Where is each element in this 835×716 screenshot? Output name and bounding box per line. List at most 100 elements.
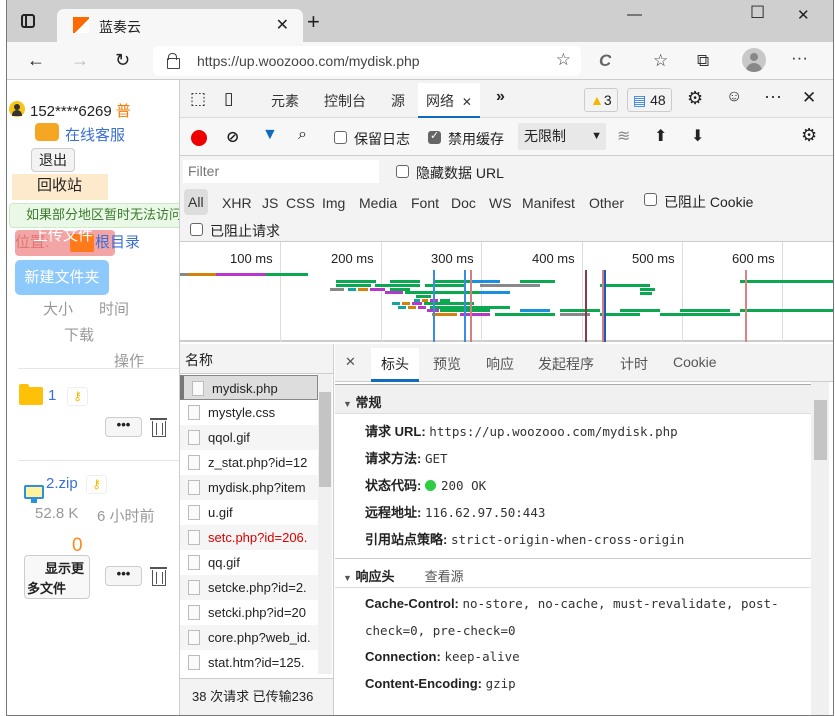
- type-filter-font[interactable]: Font: [411, 195, 439, 211]
- forward-icon[interactable]: →: [71, 50, 89, 71]
- close-tab-icon[interactable]: ✕: [462, 95, 472, 109]
- request-list-scrollbar[interactable]: [318, 374, 332, 674]
- file-name-link[interactable]: 2.zip: [46, 475, 78, 492]
- tab-close-icon[interactable]: ✕: [276, 15, 289, 35]
- tab-network[interactable]: 网络 ✕: [418, 83, 480, 118]
- tab-preview[interactable]: 预览: [433, 354, 461, 374]
- url-field[interactable]: https://up.woozooo.com/mydisk.php ☆: [153, 46, 581, 76]
- more-actions-button[interactable]: •••: [105, 417, 142, 437]
- minimize-button[interactable]: —: [627, 6, 642, 23]
- response-headers-section-header[interactable]: ▼ 响应头 查看源: [335, 558, 811, 588]
- profile-avatar[interactable]: [742, 48, 766, 72]
- filter-icon[interactable]: ▼: [262, 126, 278, 144]
- general-section-header[interactable]: ▼ 常规: [335, 384, 811, 414]
- blocked-cookies-checkbox[interactable]: [644, 193, 657, 206]
- request-row[interactable]: mydisk.php: [180, 375, 318, 400]
- scroll-thumb[interactable]: [319, 392, 331, 487]
- request-row[interactable]: stat.htm?id=125.: [180, 650, 318, 675]
- tab-headers[interactable]: 标头: [371, 348, 419, 382]
- back-icon[interactable]: ←: [27, 50, 45, 71]
- close-devtools-icon[interactable]: ✕: [802, 88, 816, 108]
- request-row[interactable]: qq.gif: [180, 550, 318, 575]
- type-filter-media[interactable]: Media: [359, 195, 397, 211]
- trash-icon[interactable]: [150, 567, 167, 586]
- recycle-bin-link[interactable]: 回收站: [12, 174, 108, 200]
- tab-actions-icon[interactable]: [21, 14, 35, 28]
- throttle-select[interactable]: 无限制 ▼: [518, 123, 606, 150]
- show-more-button[interactable]: 显示更 多文件: [24, 555, 90, 599]
- key-icon[interactable]: ⚷: [86, 475, 107, 494]
- tab-timing[interactable]: 计时: [620, 354, 648, 374]
- clear-icon[interactable]: ⊘: [226, 127, 239, 147]
- view-source-link[interactable]: 查看源: [425, 569, 464, 584]
- blocked-requests-checkbox[interactable]: [190, 223, 203, 236]
- device-toggle-icon[interactable]: ▯: [224, 89, 233, 109]
- tab-sources[interactable]: 源: [391, 91, 405, 111]
- file-name-link[interactable]: 1: [48, 387, 56, 404]
- type-filter-img[interactable]: Img: [322, 195, 345, 211]
- trash-icon[interactable]: [150, 418, 167, 437]
- network-overview-timeline[interactable]: 100 ms 200 ms 300 ms 400 ms 500 ms 600 m…: [180, 242, 833, 342]
- request-row[interactable]: u.gif: [180, 500, 318, 525]
- close-window-button[interactable]: ✕: [797, 6, 810, 24]
- upload-label[interactable]: 上传文件: [33, 224, 93, 245]
- request-row[interactable]: qqol.gif: [180, 425, 318, 450]
- export-har-icon[interactable]: ⬇: [691, 126, 704, 146]
- feedback-icon[interactable]: ☺: [726, 88, 742, 106]
- scroll-thumb[interactable]: [814, 400, 827, 460]
- maximize-button[interactable]: ☐: [750, 3, 765, 23]
- network-settings-icon[interactable]: ⚙: [801, 125, 817, 146]
- tab-response[interactable]: 响应: [486, 354, 514, 374]
- extension-icon[interactable]: C: [599, 51, 611, 71]
- add-favorite-icon[interactable]: ☆: [556, 50, 571, 70]
- tab-console[interactable]: 控制台: [324, 91, 366, 111]
- favorites-icon[interactable]: ☆: [653, 51, 668, 71]
- close-details-icon[interactable]: ✕: [345, 354, 356, 370]
- settings-more-icon[interactable]: ···: [791, 48, 808, 68]
- request-row[interactable]: z_stat.php?id=12: [180, 450, 318, 475]
- logout-button[interactable]: 退出: [31, 148, 75, 172]
- more-actions-button[interactable]: •••: [105, 566, 142, 586]
- new-tab-button[interactable]: +: [307, 11, 320, 33]
- more-tabs-icon[interactable]: »: [496, 88, 505, 106]
- type-filter-manifest[interactable]: Manifest: [522, 195, 575, 211]
- type-filter-css[interactable]: CSS: [286, 195, 315, 211]
- key-icon[interactable]: ⚷: [67, 387, 88, 406]
- type-filter-other[interactable]: Other: [589, 195, 624, 211]
- request-row[interactable]: mydisk.php?item: [180, 475, 318, 500]
- disable-cache-checkbox[interactable]: [428, 129, 441, 144]
- request-row[interactable]: mystyle.css: [180, 400, 318, 425]
- inspect-icon[interactable]: ⬚: [190, 89, 206, 109]
- request-row[interactable]: setc.php?id=206.: [180, 525, 318, 550]
- preserve-log-checkbox[interactable]: [334, 131, 347, 144]
- more-options-icon[interactable]: ···: [764, 86, 782, 107]
- collections-icon[interactable]: ⧉: [697, 51, 709, 71]
- network-conditions-icon[interactable]: ≋: [617, 126, 630, 146]
- type-filter-doc[interactable]: Doc: [451, 195, 476, 211]
- type-filter-js[interactable]: JS: [262, 195, 278, 211]
- settings-gear-icon[interactable]: ⚙: [687, 88, 703, 109]
- online-service-link[interactable]: 在线客服: [65, 124, 125, 145]
- warnings-badge[interactable]: ▲3: [584, 88, 618, 112]
- root-directory-link[interactable]: 根目录: [95, 231, 140, 252]
- messages-badge[interactable]: ▤ 48: [627, 88, 672, 112]
- browser-tab[interactable]: 蓝奏云 ✕: [57, 9, 303, 42]
- request-row[interactable]: core.php?web_id.: [180, 625, 318, 650]
- name-column-header[interactable]: 名称: [180, 344, 333, 374]
- type-filter-ws[interactable]: WS: [489, 195, 512, 211]
- tab-cookies[interactable]: Cookie: [673, 354, 717, 370]
- request-row[interactable]: setcke.php?id=2.: [180, 575, 318, 600]
- tab-elements[interactable]: 元素: [271, 91, 299, 111]
- search-icon[interactable]: ⌕: [298, 126, 307, 144]
- tab-initiator[interactable]: 发起程序: [538, 354, 594, 374]
- new-folder-button[interactable]: 新建文件夹: [15, 260, 109, 295]
- refresh-icon[interactable]: ↻: [115, 50, 130, 71]
- filter-input[interactable]: [183, 160, 379, 183]
- hide-data-url-checkbox[interactable]: [396, 165, 409, 178]
- record-icon[interactable]: [191, 130, 207, 146]
- type-filter-all[interactable]: All: [184, 189, 208, 215]
- details-scrollbar[interactable]: [811, 382, 829, 715]
- type-filter-xhr[interactable]: XHR: [222, 195, 252, 211]
- request-row[interactable]: setcki.php?id=20: [180, 600, 318, 625]
- import-har-icon[interactable]: ⬆: [654, 126, 667, 146]
